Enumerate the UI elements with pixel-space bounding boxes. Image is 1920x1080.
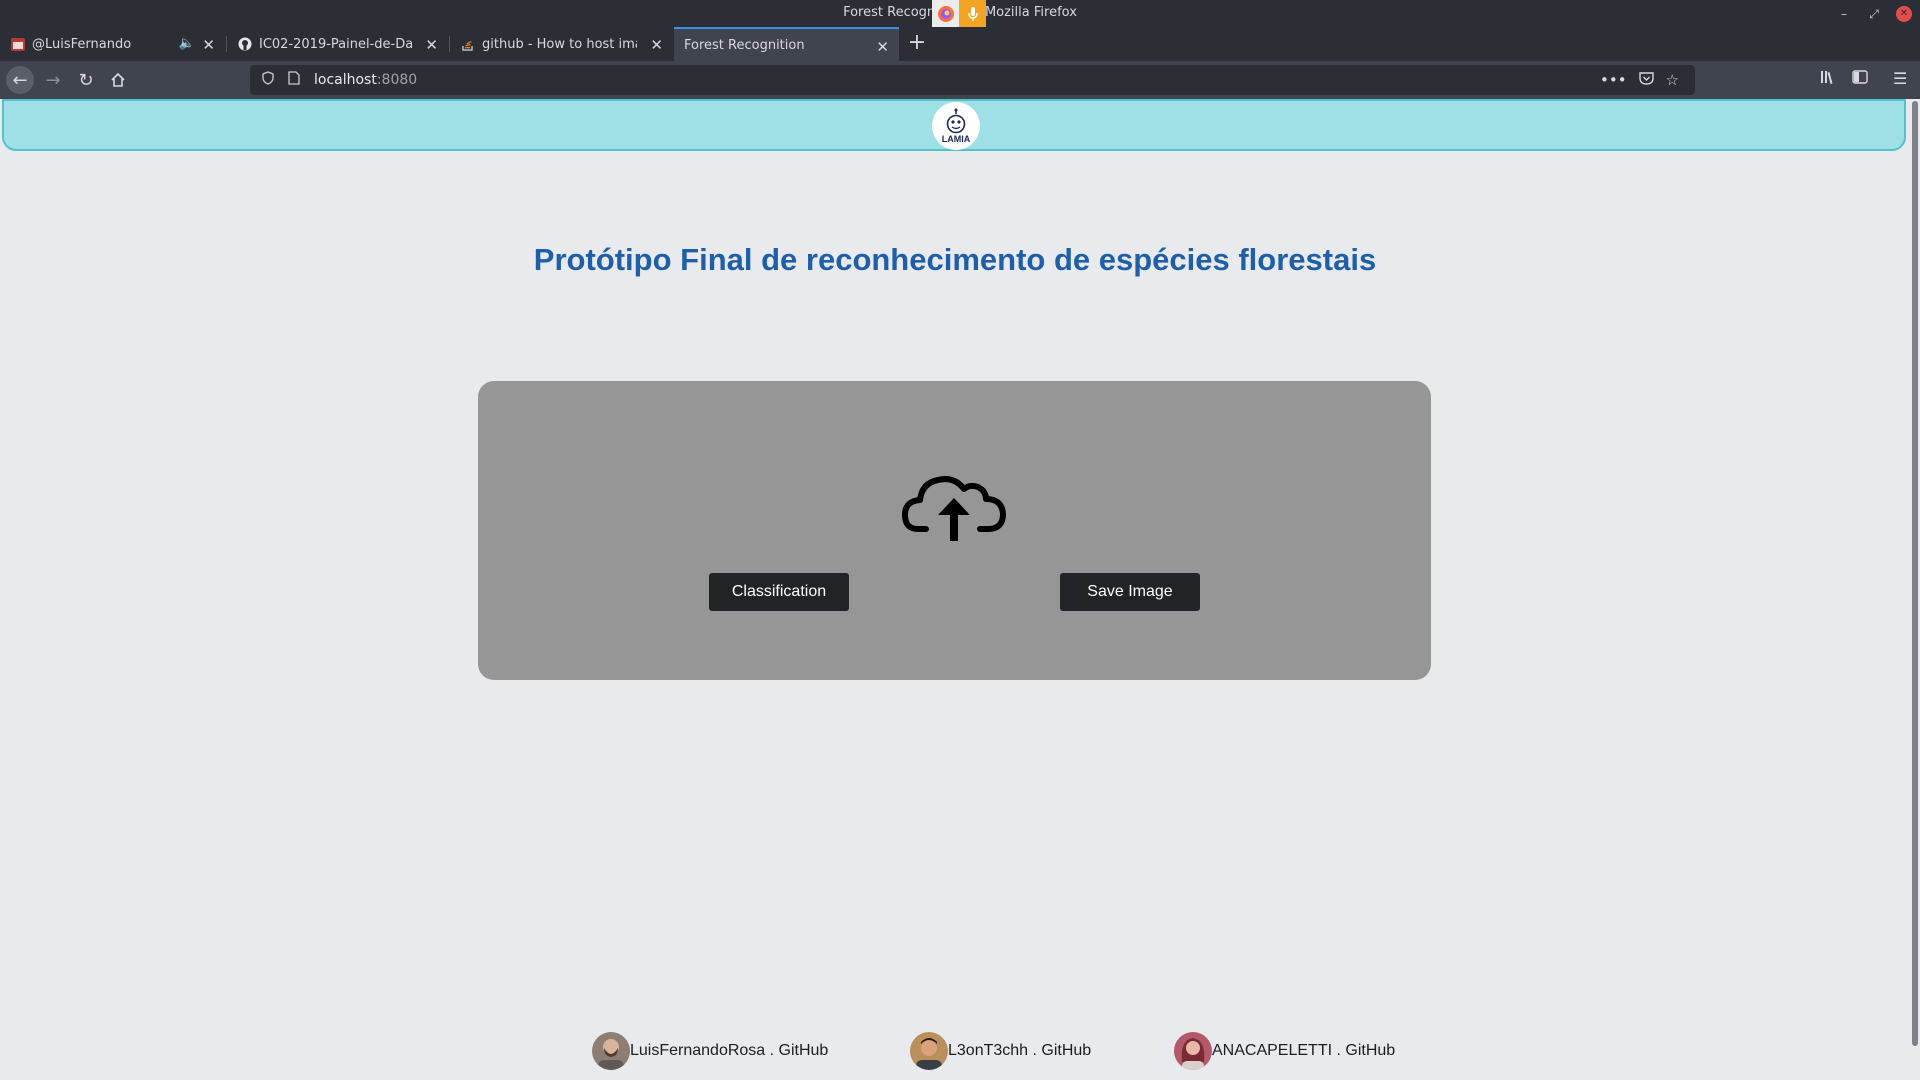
page-title: Protótipo Final de reconhecimento de esp… bbox=[533, 242, 1377, 277]
microphone-icon bbox=[959, 0, 986, 28]
tab-github-repo[interactable]: IC02-2019-Painel-de-Dados ✕ bbox=[227, 27, 448, 61]
library-icon[interactable] bbox=[1820, 69, 1836, 89]
classification-button[interactable]: Classification bbox=[709, 573, 849, 611]
more-actions-icon[interactable]: ••• bbox=[1600, 71, 1627, 90]
avatar bbox=[910, 1032, 948, 1070]
forward-button[interactable]: → bbox=[39, 66, 67, 94]
close-icon[interactable]: ✕ bbox=[425, 36, 438, 54]
arrow-right-icon: → bbox=[45, 69, 61, 91]
firefox-icon bbox=[932, 0, 959, 28]
sharing-indicator[interactable] bbox=[932, 0, 986, 28]
robot-logo-icon bbox=[946, 108, 966, 134]
credits-footer: LuisFernandoRosa . GitHub L3onT3chh . Gi… bbox=[0, 1031, 1910, 1071]
url-bar[interactable]: localhost:8080 ••• ☆ bbox=[250, 65, 1695, 95]
plus-icon: + bbox=[907, 30, 927, 55]
credit-anacapeletti[interactable]: ANACAPELETTI . GitHub bbox=[1174, 1031, 1395, 1071]
restore-icon[interactable]: ⤢ bbox=[1866, 1, 1882, 27]
app-header: LAMIA bbox=[2, 99, 1906, 151]
avatar bbox=[1174, 1032, 1212, 1070]
upload-area[interactable]: Classification Save Image bbox=[478, 381, 1431, 680]
window-controls: – ⤢ ✕ bbox=[1836, 0, 1912, 27]
reload-icon: ↻ bbox=[78, 69, 94, 91]
credit-luisfernandorosa[interactable]: LuisFernandoRosa . GitHub bbox=[592, 1031, 828, 1071]
cloud-upload-icon[interactable] bbox=[902, 467, 1006, 543]
credit-l3ont3chh[interactable]: L3onT3chh . GitHub bbox=[910, 1031, 1091, 1071]
page-icon bbox=[288, 71, 304, 89]
arrow-left-icon: ← bbox=[12, 69, 28, 91]
calendar-favicon-icon bbox=[10, 36, 26, 52]
reload-button[interactable]: ↻ bbox=[72, 66, 100, 94]
url-port: :8080 bbox=[376, 72, 418, 88]
minimize-icon[interactable]: – bbox=[1836, 1, 1852, 27]
window-close-icon[interactable]: ✕ bbox=[1896, 5, 1912, 22]
scrollbar-thumb[interactable] bbox=[1912, 101, 1918, 1046]
home-button[interactable] bbox=[104, 66, 132, 94]
tab-strip: @LuisFernando 🔈 ✕ IC02-2019-Painel-de-Da… bbox=[0, 27, 1920, 61]
shield-icon[interactable] bbox=[262, 71, 278, 89]
url-host: localhost bbox=[314, 72, 377, 88]
back-button[interactable]: ← bbox=[6, 66, 34, 94]
pocket-icon[interactable] bbox=[1638, 71, 1654, 90]
navigation-toolbar: ← → ↻ localhost:8080 ••• ☆ ☰ bbox=[0, 61, 1920, 99]
page-viewport: LAMIA Protótipo Final de reconhecimento … bbox=[0, 99, 1910, 1080]
close-icon[interactable]: ✕ bbox=[650, 36, 663, 54]
home-icon bbox=[111, 72, 125, 87]
stackoverflow-icon bbox=[460, 36, 476, 52]
credit-link[interactable]: ANACAPELETTI . GitHub bbox=[1212, 1042, 1395, 1060]
tab-label: Forest Recognition bbox=[684, 37, 805, 53]
credit-link[interactable]: L3onT3chh . GitHub bbox=[948, 1042, 1091, 1060]
new-tab-button[interactable]: + bbox=[905, 27, 929, 61]
speaker-icon[interactable]: 🔈 bbox=[179, 36, 195, 51]
page-scrollbar[interactable] bbox=[1910, 99, 1920, 1080]
hamburger-menu-icon[interactable]: ☰ bbox=[1893, 69, 1907, 88]
avatar bbox=[592, 1032, 630, 1070]
close-icon[interactable]: ✕ bbox=[202, 36, 215, 54]
logo-text: LAMIA bbox=[941, 134, 971, 144]
credit-link[interactable]: LuisFernandoRosa . GitHub bbox=[630, 1042, 828, 1060]
bookmark-star-icon[interactable]: ☆ bbox=[1666, 71, 1679, 90]
close-icon[interactable]: ✕ bbox=[876, 38, 889, 56]
save-image-button[interactable]: Save Image bbox=[1060, 573, 1200, 611]
tab-label: github - How to host image bbox=[482, 36, 637, 52]
url-actions: ••• ☆ bbox=[1600, 71, 1679, 90]
lamia-logo[interactable]: LAMIA bbox=[932, 102, 980, 150]
tab-forest-recognition[interactable]: Forest Recognition ✕ bbox=[674, 27, 899, 61]
github-icon bbox=[237, 36, 253, 52]
window-titlebar: Forest Recognition — Mozilla Firefox – ⤢… bbox=[0, 0, 1920, 28]
tab-stackoverflow[interactable]: github - How to host image ✕ bbox=[450, 27, 673, 61]
sidebar-icon[interactable] bbox=[1852, 69, 1868, 89]
tab-label: IC02-2019-Painel-de-Dados bbox=[259, 36, 412, 52]
tab-luisfernando[interactable]: @LuisFernando 🔈 ✕ bbox=[0, 27, 225, 61]
